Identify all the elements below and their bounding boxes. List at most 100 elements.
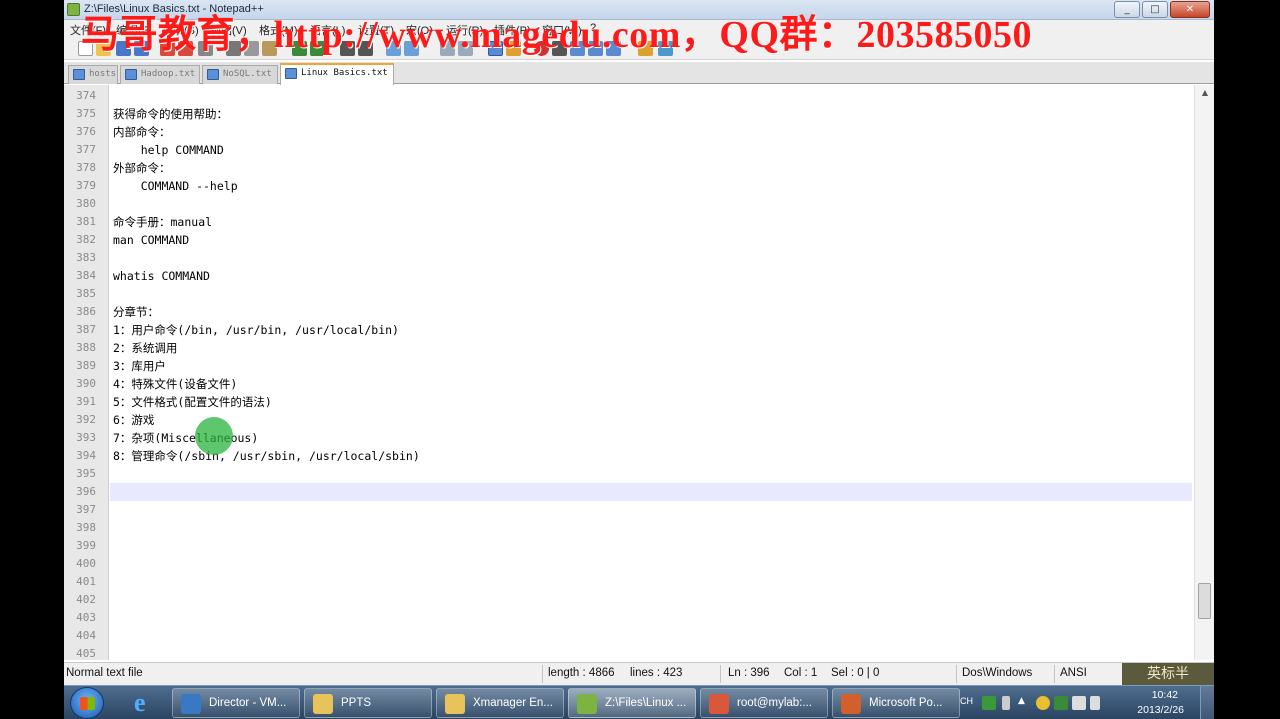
line-number: 384 [76, 269, 96, 282]
maximize-button[interactable]: □ [1142, 1, 1168, 18]
close-all-icon[interactable] [178, 41, 193, 56]
line-number: 391 [76, 395, 96, 408]
clock-time[interactable]: 10:42 [1152, 689, 1178, 701]
menu-help[interactable]: ? [590, 22, 596, 34]
indent-guide-icon[interactable] [506, 41, 521, 56]
line-number: 399 [76, 539, 96, 552]
open-file-icon[interactable] [96, 41, 111, 56]
paste-icon[interactable] [262, 41, 277, 56]
scroll-up-arrow-icon[interactable]: ▲ [1195, 85, 1214, 101]
undo-icon[interactable] [292, 41, 307, 56]
menu-run[interactable]: 运行(R) [446, 22, 483, 38]
play-macro-icon[interactable] [570, 41, 585, 56]
sync-scroll-icon[interactable] [440, 41, 455, 56]
line-number: 402 [76, 593, 96, 606]
menu-view[interactable]: 视图(V) [210, 22, 247, 38]
taskbar-item-director[interactable]: Director - VM... [172, 688, 300, 718]
taskbar-item-ppts[interactable]: PPTS [304, 688, 432, 718]
text-editor[interactable]: 374 375 376 377 378 379 380 381 382 383 384 385 386 3… [64, 85, 1214, 660]
show-hidden-icons-icon[interactable]: ▲ [1018, 696, 1032, 710]
file-tab-icon [207, 69, 219, 80]
line-number: 401 [76, 575, 96, 588]
code-line[interactable]: man COMMAND [113, 231, 189, 249]
menu-edit[interactable]: 编辑(E) [116, 22, 153, 38]
menu-language[interactable]: 语言(L) [310, 22, 345, 38]
code-line[interactable]: 4：特殊文件(设备文件) [113, 375, 237, 393]
spellcheck-icon[interactable] [658, 41, 673, 56]
show-desktop-button[interactable] [1200, 686, 1214, 719]
vmware-tray-icon[interactable] [1054, 696, 1068, 710]
save-all-icon[interactable] [134, 41, 149, 56]
code-line[interactable]: 分章节： [113, 303, 159, 321]
line-number: 378 [76, 161, 96, 174]
replace-icon[interactable] [358, 41, 373, 56]
tab-nosql[interactable]: NoSQL.txt [202, 65, 278, 84]
show-all-chars-icon[interactable] [488, 41, 503, 56]
code-line[interactable]: 8：管理命令(/sbin, /usr/sbin, /usr/local/sbin… [113, 447, 420, 465]
close-button[interactable]: ✕ [1170, 1, 1210, 18]
stop-macro-icon[interactable] [552, 41, 567, 56]
volume-icon[interactable] [1090, 696, 1100, 710]
file-tab-icon [125, 69, 137, 80]
menu-plugins[interactable]: 插件(P) [494, 22, 531, 38]
taskbar-item-xmanager[interactable]: Xmanager En... [436, 688, 564, 718]
start-button[interactable] [70, 687, 104, 719]
internet-explorer-pinned[interactable]: e [124, 690, 164, 716]
scrollbar-thumb[interactable] [1198, 583, 1211, 619]
menu-format[interactable]: 格式(M) [259, 22, 298, 38]
zoom-in-icon[interactable] [386, 41, 401, 56]
code-line[interactable]: 内部命令： [113, 123, 171, 141]
save-macro-icon[interactable] [606, 41, 621, 56]
status-bar: Normal text file length : 4866 lines : 4… [64, 662, 1214, 685]
taskbar-item-label: Z:\Files\Linux ... [605, 697, 687, 709]
plugin-icon[interactable] [638, 41, 653, 56]
run-macro-multiple-icon[interactable] [588, 41, 603, 56]
code-line[interactable]: 3：库用户 [113, 357, 166, 375]
menu-settings[interactable]: 设置(T) [358, 22, 394, 38]
record-macro-icon[interactable] [534, 41, 549, 56]
close-file-icon[interactable] [160, 41, 175, 56]
code-line[interactable]: 2：系统调用 [113, 339, 177, 357]
code-line[interactable]: 命令手册：manual [113, 213, 212, 231]
code-line[interactable]: COMMAND --help [113, 177, 238, 195]
taskbar-item-terminal[interactable]: root@mylab:... [700, 688, 828, 718]
code-line[interactable]: 1：用户命令(/bin, /usr/bin, /usr/local/bin) [113, 321, 399, 339]
tab-hadoop[interactable]: Hadoop.txt [120, 65, 200, 84]
code-line[interactable]: help COMMAND [113, 141, 224, 159]
code-line[interactable]: 外部命令： [113, 159, 171, 177]
find-icon[interactable] [340, 41, 355, 56]
word-wrap-icon[interactable] [458, 41, 473, 56]
tab-label: Linux Basics.txt [301, 68, 388, 78]
code-line[interactable]: 获得命令的使用帮助： [113, 105, 228, 123]
sogou-input-icon[interactable] [982, 696, 996, 710]
network-shield-icon[interactable] [1036, 696, 1050, 710]
tab-linux-basics[interactable]: Linux Basics.txt [280, 63, 394, 85]
clock-date[interactable]: 2013/2/26 [1137, 704, 1184, 716]
new-file-icon[interactable] [78, 41, 93, 56]
cut-icon[interactable] [226, 41, 241, 56]
status-separator [542, 665, 543, 683]
code-line[interactable]: 6：游戏 [113, 411, 154, 429]
menu-search[interactable]: 搜索(S) [162, 22, 199, 38]
save-icon[interactable] [116, 41, 131, 56]
code-line[interactable]: 7：杂项(Miscellaneous) [113, 429, 258, 447]
line-number: 375 [76, 107, 96, 120]
print-icon[interactable] [198, 41, 213, 56]
menu-file[interactable]: 文件(F) [70, 22, 106, 38]
tab-hosts[interactable]: hosts [68, 65, 118, 84]
code-line[interactable]: 5：文件格式(配置文件的语法) [113, 393, 272, 411]
title-bar[interactable]: Z:\Files\Linux Basics.txt - Notepad++ _ … [64, 0, 1214, 20]
redo-icon[interactable] [310, 41, 325, 56]
menu-window[interactable]: 窗口(W) [542, 22, 582, 38]
language-indicator[interactable]: CH [960, 696, 973, 706]
menu-macro[interactable]: 宏(O) [406, 22, 433, 38]
taskbar-item-notepadpp[interactable]: Z:\Files\Linux ... [568, 688, 696, 718]
zoom-out-icon[interactable] [404, 41, 419, 56]
copy-icon[interactable] [244, 41, 259, 56]
taskbar-item-powerpoint[interactable]: Microsoft Po... [832, 688, 960, 718]
pen-icon[interactable] [1002, 696, 1010, 710]
flag-icon[interactable] [1072, 696, 1086, 710]
minimize-button[interactable]: _ [1114, 1, 1140, 18]
code-line[interactable]: whatis COMMAND [113, 267, 210, 285]
vertical-scrollbar[interactable]: ▲ [1194, 85, 1214, 660]
